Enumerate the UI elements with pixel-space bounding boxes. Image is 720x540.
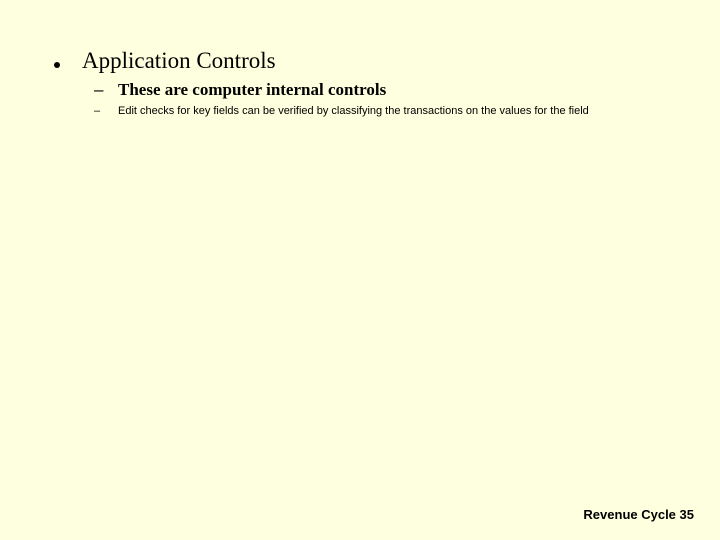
level2-text: These are computer internal controls bbox=[118, 80, 386, 100]
dash-bullet-icon: – bbox=[94, 80, 118, 100]
disc-bullet-icon bbox=[54, 62, 60, 68]
level1-text: Application Controls bbox=[82, 48, 276, 74]
bullet-level3: – Edit checks for key fields can be veri… bbox=[94, 104, 680, 118]
level3-text: Edit checks for key fields can be verifi… bbox=[118, 104, 589, 118]
slide-body: Application Controls – These are compute… bbox=[0, 0, 720, 118]
bullet-level1: Application Controls bbox=[54, 48, 680, 74]
dash-bullet-icon: – bbox=[94, 105, 118, 117]
slide-footer: Revenue Cycle 35 bbox=[583, 507, 694, 522]
bullet-level2: – These are computer internal controls bbox=[94, 80, 680, 100]
